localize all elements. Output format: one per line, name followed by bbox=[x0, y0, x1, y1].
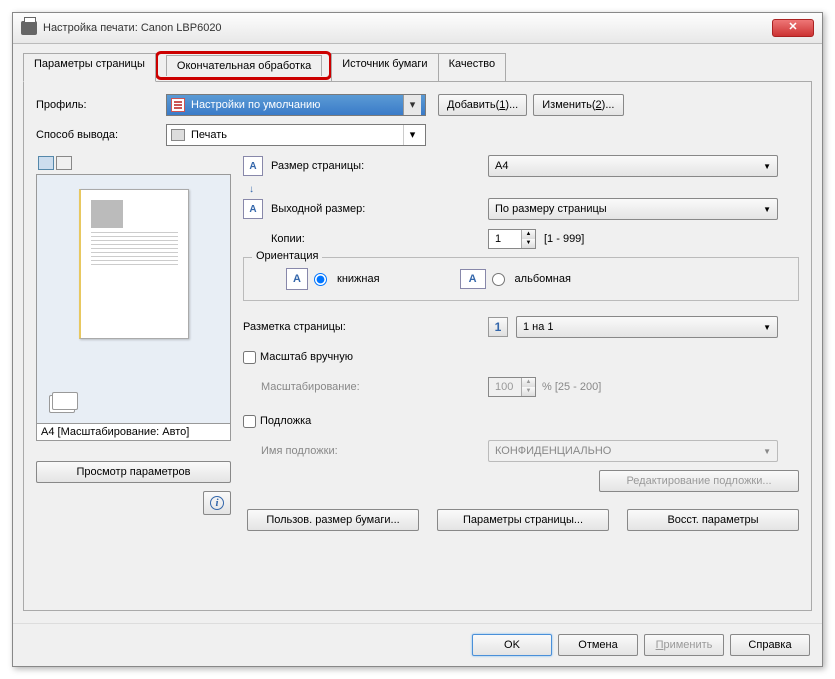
dialog-content: Параметры страницы Окончательная обработ… bbox=[13, 44, 822, 623]
view-parameters-button[interactable]: Просмотр параметров bbox=[36, 461, 231, 483]
output-label: Способ вывода: bbox=[36, 129, 166, 141]
page-preview bbox=[79, 189, 189, 339]
orientation-legend: Ориентация bbox=[252, 250, 322, 262]
preview-box bbox=[36, 174, 231, 424]
printer-icon bbox=[21, 21, 37, 35]
page-params-button[interactable]: Параметры страницы... bbox=[437, 509, 609, 531]
profile-label: Профиль: bbox=[36, 99, 166, 111]
tab-bar: Параметры страницы Окончательная обработ… bbox=[23, 52, 812, 81]
titlebar: Настройка печати: Canon LBP6020 ✕ bbox=[13, 13, 822, 44]
restore-defaults-button[interactable]: Восст. параметры bbox=[627, 509, 799, 531]
portrait-icon: A bbox=[286, 268, 308, 290]
tab-paper-source[interactable]: Источник бумаги bbox=[331, 53, 438, 82]
watermark-name-label: Имя подложки: bbox=[261, 445, 416, 457]
tab-panel: Профиль: Настройки по умолчанию ▾ Добави… bbox=[23, 81, 812, 611]
spin-up-icon[interactable]: ▲ bbox=[521, 230, 535, 239]
info-button[interactable]: i bbox=[203, 491, 231, 515]
scaling-label: Масштабирование: bbox=[261, 381, 416, 393]
output-select[interactable]: Печать ▾ bbox=[166, 124, 426, 146]
tab-finishing-highlight: Окончательная обработка bbox=[155, 51, 332, 80]
copies-label: Копии: bbox=[271, 233, 416, 245]
edit-profile-button[interactable]: Изменить(2)... bbox=[533, 94, 623, 116]
help-button[interactable]: Справка bbox=[730, 634, 810, 656]
portrait-radio[interactable] bbox=[314, 273, 327, 286]
layout-icon: 1 bbox=[488, 317, 508, 337]
watermark-select: КОНФИДЕНЦИАЛЬНО ▼ bbox=[488, 440, 778, 462]
close-button[interactable]: ✕ bbox=[772, 19, 814, 37]
arrow-down-icon: ↓ bbox=[249, 184, 257, 195]
settings-column: A Размер страницы: A4 ▼ ↓ A Выходной раз… bbox=[243, 154, 799, 531]
spin-down-icon: ▼ bbox=[521, 387, 535, 396]
manual-scale-label: Масштаб вручную bbox=[260, 351, 353, 363]
custom-paper-size-button[interactable]: Пользов. размер бумаги... bbox=[247, 509, 419, 531]
portrait-label: книжная bbox=[337, 273, 380, 285]
tab-page-params[interactable]: Параметры страницы bbox=[23, 53, 156, 82]
copies-spinner[interactable]: 1 ▲▼ bbox=[488, 229, 536, 249]
landscape-radio[interactable] bbox=[492, 273, 505, 286]
output-size-select[interactable]: По размеру страницы ▼ bbox=[488, 198, 778, 220]
landscape-label: альбомная bbox=[515, 273, 571, 285]
layout-label: Разметка страницы: bbox=[243, 321, 416, 333]
scaling-spinner: 100 ▲▼ bbox=[488, 377, 536, 397]
scaling-range: % [25 - 200] bbox=[542, 381, 601, 393]
page-size-icon: A bbox=[243, 156, 263, 176]
preview-column: A4 [Масштабирование: Авто] Просмотр пара… bbox=[36, 154, 231, 531]
ok-button[interactable]: OK bbox=[472, 634, 552, 656]
profile-value: Настройки по умолчанию bbox=[191, 99, 320, 111]
print-mode-icon bbox=[171, 129, 185, 141]
info-icon: i bbox=[210, 496, 224, 510]
chevron-down-icon: ▼ bbox=[763, 162, 771, 171]
tab-finishing[interactable]: Окончательная обработка bbox=[166, 55, 322, 76]
chevron-down-icon: ▼ bbox=[763, 205, 771, 214]
dropdown-arrow-icon: ▾ bbox=[403, 95, 421, 115]
profile-select[interactable]: Настройки по умолчанию ▾ bbox=[166, 94, 426, 116]
output-size-label: Выходной размер: bbox=[271, 203, 416, 215]
print-settings-window: Настройка печати: Canon LBP6020 ✕ Параме… bbox=[12, 12, 823, 667]
output-size-icon: A bbox=[243, 199, 263, 219]
add-profile-button[interactable]: Добавить(1)... bbox=[438, 94, 527, 116]
preview-caption: A4 [Масштабирование: Авто] bbox=[36, 424, 231, 441]
page-size-label: Размер страницы: bbox=[271, 160, 416, 172]
preview-mode-printer-icon[interactable] bbox=[56, 156, 72, 170]
cancel-button[interactable]: Отмена bbox=[558, 634, 638, 656]
copies-range: [1 - 999] bbox=[544, 233, 584, 245]
page-size-select[interactable]: A4 ▼ bbox=[488, 155, 778, 177]
watermark-label: Подложка bbox=[260, 415, 311, 427]
spin-down-icon[interactable]: ▼ bbox=[521, 239, 535, 248]
edit-watermark-button: Редактирование подложки... bbox=[599, 470, 799, 492]
output-value: Печать bbox=[191, 129, 227, 141]
profile-doc-icon bbox=[171, 98, 185, 112]
footer-buttons: OK Отмена Применить Справка bbox=[13, 623, 822, 666]
manual-scale-checkbox[interactable] bbox=[243, 351, 256, 364]
orientation-fieldset: Ориентация A книжная A альбомная bbox=[243, 257, 799, 301]
chevron-down-icon: ▼ bbox=[763, 447, 771, 456]
chevron-down-icon: ▼ bbox=[763, 323, 771, 332]
paper-stack-icon bbox=[49, 395, 77, 415]
preview-mode-page-icon[interactable] bbox=[38, 156, 54, 170]
landscape-icon: A bbox=[460, 269, 486, 289]
tab-quality[interactable]: Качество bbox=[438, 53, 507, 82]
window-title: Настройка печати: Canon LBP6020 bbox=[43, 22, 766, 34]
dropdown-arrow-icon: ▾ bbox=[403, 125, 421, 145]
spin-up-icon: ▲ bbox=[521, 378, 535, 387]
preview-thumb bbox=[91, 200, 123, 228]
layout-select[interactable]: 1 на 1 ▼ bbox=[516, 316, 778, 338]
apply-button: Применить bbox=[644, 634, 724, 656]
watermark-checkbox[interactable] bbox=[243, 415, 256, 428]
